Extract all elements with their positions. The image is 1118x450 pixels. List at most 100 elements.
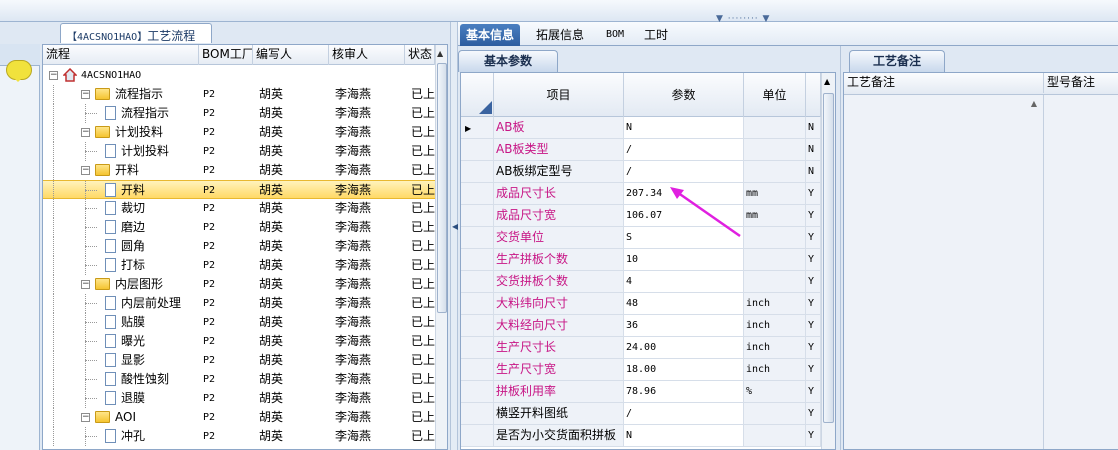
param-row[interactable]: 交货单位 S Y	[461, 227, 821, 249]
param-value-field[interactable]: /	[624, 161, 744, 182]
process-notes-tab[interactable]: 工艺备注	[849, 50, 945, 72]
tree-row[interactable]: 内层前处理 P2 胡英 李海燕 已上	[43, 294, 435, 313]
param-row[interactable]: 横竖开料图纸 / Y	[461, 403, 821, 425]
param-row[interactable]: 生产尺寸长 24.00 inch Y	[461, 337, 821, 359]
tree-col-header[interactable]: BOM工厂	[199, 45, 253, 65]
param-value-field[interactable]: 4	[624, 271, 744, 292]
collapse-toggle-icon[interactable]: −	[81, 280, 90, 289]
tree-row[interactable]: 曝光 P2 胡英 李海燕 已上	[43, 332, 435, 351]
tree-row-reviewer: 李海燕	[335, 239, 372, 253]
param-col-header[interactable]: 参数	[624, 73, 744, 117]
param-row[interactable]: 大料经向尺寸 36 inch Y	[461, 315, 821, 337]
tree-row[interactable]: 贴膜 P2 胡英 李海燕 已上	[43, 313, 435, 332]
tree-col-header[interactable]: 流程	[43, 45, 199, 65]
panel-splitter[interactable]: ◀	[450, 22, 458, 450]
param-row[interactable]: 成品尺寸长 207.34 mm Y	[461, 183, 821, 205]
tree-row[interactable]: 流程指示 P2 胡英 李海燕 已上	[43, 104, 435, 123]
tree-row-bom: P2	[203, 431, 216, 442]
basic-params-scrollbar[interactable]: ▲	[821, 73, 835, 449]
tree-row[interactable]: − AOI P2 胡英 李海燕 已上	[43, 408, 435, 427]
tree-row-writer: 胡英	[259, 201, 284, 215]
param-value-field[interactable]: N	[624, 425, 744, 446]
tree-connector	[85, 246, 97, 247]
collapse-toggle-icon[interactable]: −	[81, 166, 90, 175]
collapse-toggle-icon[interactable]: −	[81, 90, 90, 99]
param-value-field[interactable]: 18.00	[624, 359, 744, 380]
param-row[interactable]: AB板类型 / N	[461, 139, 821, 161]
param-value-field[interactable]: 24.00	[624, 337, 744, 358]
folder-icon	[95, 126, 110, 138]
tree-col-header[interactable]: 状态	[405, 45, 435, 65]
param-row[interactable]: 成品尺寸宽 106.07 mm Y	[461, 205, 821, 227]
param-value-field[interactable]: /	[624, 403, 744, 424]
param-row[interactable]: AB板绑定型号 / N	[461, 161, 821, 183]
tree-row-bom: P2	[203, 355, 216, 366]
tree-row-bom: P2	[203, 241, 216, 252]
tree-row-bom: P2	[203, 146, 216, 157]
param-row[interactable]: 交货拼板个数 4 Y	[461, 271, 821, 293]
tree-row[interactable]: 裁切 P2 胡英 李海燕 已上	[43, 199, 435, 218]
tree-connector	[85, 398, 97, 399]
tree-row[interactable]: 酸性蚀刻 P2 胡英 李海燕 已上	[43, 370, 435, 389]
basic-params-scroll-thumb[interactable]	[823, 93, 834, 423]
param-col-header[interactable]: 单位	[744, 73, 806, 117]
detail-tab[interactable]: 拓展信息	[530, 24, 590, 46]
basic-params-tab[interactable]: 基本参数	[458, 50, 558, 72]
scroll-up-arrow-icon[interactable]: ▲	[1031, 99, 1037, 108]
tree-row[interactable]: 磨边 P2 胡英 李海燕 已上	[43, 218, 435, 237]
param-value-field[interactable]: /	[624, 139, 744, 160]
tree-row[interactable]: 显影 P2 胡英 李海燕 已上	[43, 351, 435, 370]
collapse-toggle-icon[interactable]: −	[49, 71, 58, 80]
param-row[interactable]: ▶ AB板 N N	[461, 117, 821, 139]
tree-row[interactable]: − 计划投料 P2 胡英 李海燕 已上	[43, 123, 435, 142]
param-name: AB板绑定型号	[494, 161, 624, 182]
tree-row[interactable]: 计划投料 P2 胡英 李海燕 已上	[43, 142, 435, 161]
document-icon	[105, 429, 116, 443]
tree-row[interactable]: 打标 P2 胡英 李海燕 已上	[43, 256, 435, 275]
scroll-up-arrow-icon[interactable]: ▲	[437, 49, 443, 58]
tree-col-header[interactable]: 编写人	[253, 45, 329, 65]
process-flow-tab[interactable]: 【4ACSNO1HAO】工艺流程	[60, 23, 212, 43]
param-row[interactable]: 拼板利用率 78.96% Y	[461, 381, 821, 403]
detail-tab[interactable]: 工时	[638, 24, 674, 46]
param-row[interactable]: 是否为小交货面积拼板 N Y	[461, 425, 821, 447]
tree-row[interactable]: 圆角 P2 胡英 李海燕 已上	[43, 237, 435, 256]
param-value-field[interactable]: 10	[624, 249, 744, 270]
tree-row[interactable]: − 开料 P2 胡英 李海燕 已上	[43, 161, 435, 180]
tree-row-reviewer: 李海燕	[335, 334, 372, 348]
tree-col-header[interactable]: 核审人	[329, 45, 405, 65]
tree-row[interactable]: 开料 P2 胡英 李海燕 已上	[43, 180, 435, 200]
process-remark-body[interactable]: ▲	[844, 95, 1044, 449]
notes-col-process-remark[interactable]: 工艺备注	[844, 73, 1044, 93]
row-indicator	[461, 227, 494, 248]
param-value-field[interactable]: 48	[624, 293, 744, 314]
basic-params-panel: 基本参数 项目 参数 单位 ▶ AB板 N N AB板类型 / N AB板绑定型号 / N 成品尺寸长 2…	[458, 46, 836, 450]
param-value-field[interactable]: 78.96	[624, 381, 744, 402]
detail-tab[interactable]: BOM	[600, 24, 630, 46]
process-tree-scrollbar[interactable]: ▲	[435, 45, 447, 449]
param-col-header[interactable]: 项目	[494, 73, 624, 117]
tree-row[interactable]: 退膜 P2 胡英 李海燕 已上	[43, 389, 435, 408]
chat-bubble-icon[interactable]	[6, 60, 32, 82]
tree-connector	[53, 275, 54, 294]
detail-tab[interactable]: 基本信息	[460, 24, 521, 46]
tree-row[interactable]: − 流程指示 P2 胡英 李海燕 已上	[43, 85, 435, 104]
collapse-toggle-icon[interactable]: −	[81, 128, 90, 137]
param-unit	[744, 117, 806, 138]
model-remark-body[interactable]	[1044, 95, 1118, 449]
tree-row[interactable]: 冲孔 P2 胡英 李海燕 已上	[43, 427, 435, 446]
tree-row-reviewer: 李海燕	[335, 315, 372, 329]
param-row[interactable]: 大料纬向尺寸 48 inch Y	[461, 293, 821, 315]
tree-row[interactable]: − 内层图形 P2 胡英 李海燕 已上	[43, 275, 435, 294]
process-flow-tab-code: 【4ACSNO1HAO】	[67, 32, 148, 43]
param-value-field[interactable]: N	[624, 117, 744, 138]
scroll-up-arrow-icon[interactable]: ▲	[824, 77, 830, 86]
param-row[interactable]: 生产尺寸宽 18.00 inch Y	[461, 359, 821, 381]
param-flag: Y	[806, 381, 821, 402]
notes-col-model-remark[interactable]: 型号备注	[1044, 73, 1118, 93]
param-value-field[interactable]: 36	[624, 315, 744, 336]
process-tree-scroll-thumb[interactable]	[437, 63, 447, 313]
param-row[interactable]: 生产拼板个数 10 Y	[461, 249, 821, 271]
collapse-toggle-icon[interactable]: −	[81, 413, 90, 422]
tree-row[interactable]: − 4ACSNO1HAO	[43, 66, 435, 85]
